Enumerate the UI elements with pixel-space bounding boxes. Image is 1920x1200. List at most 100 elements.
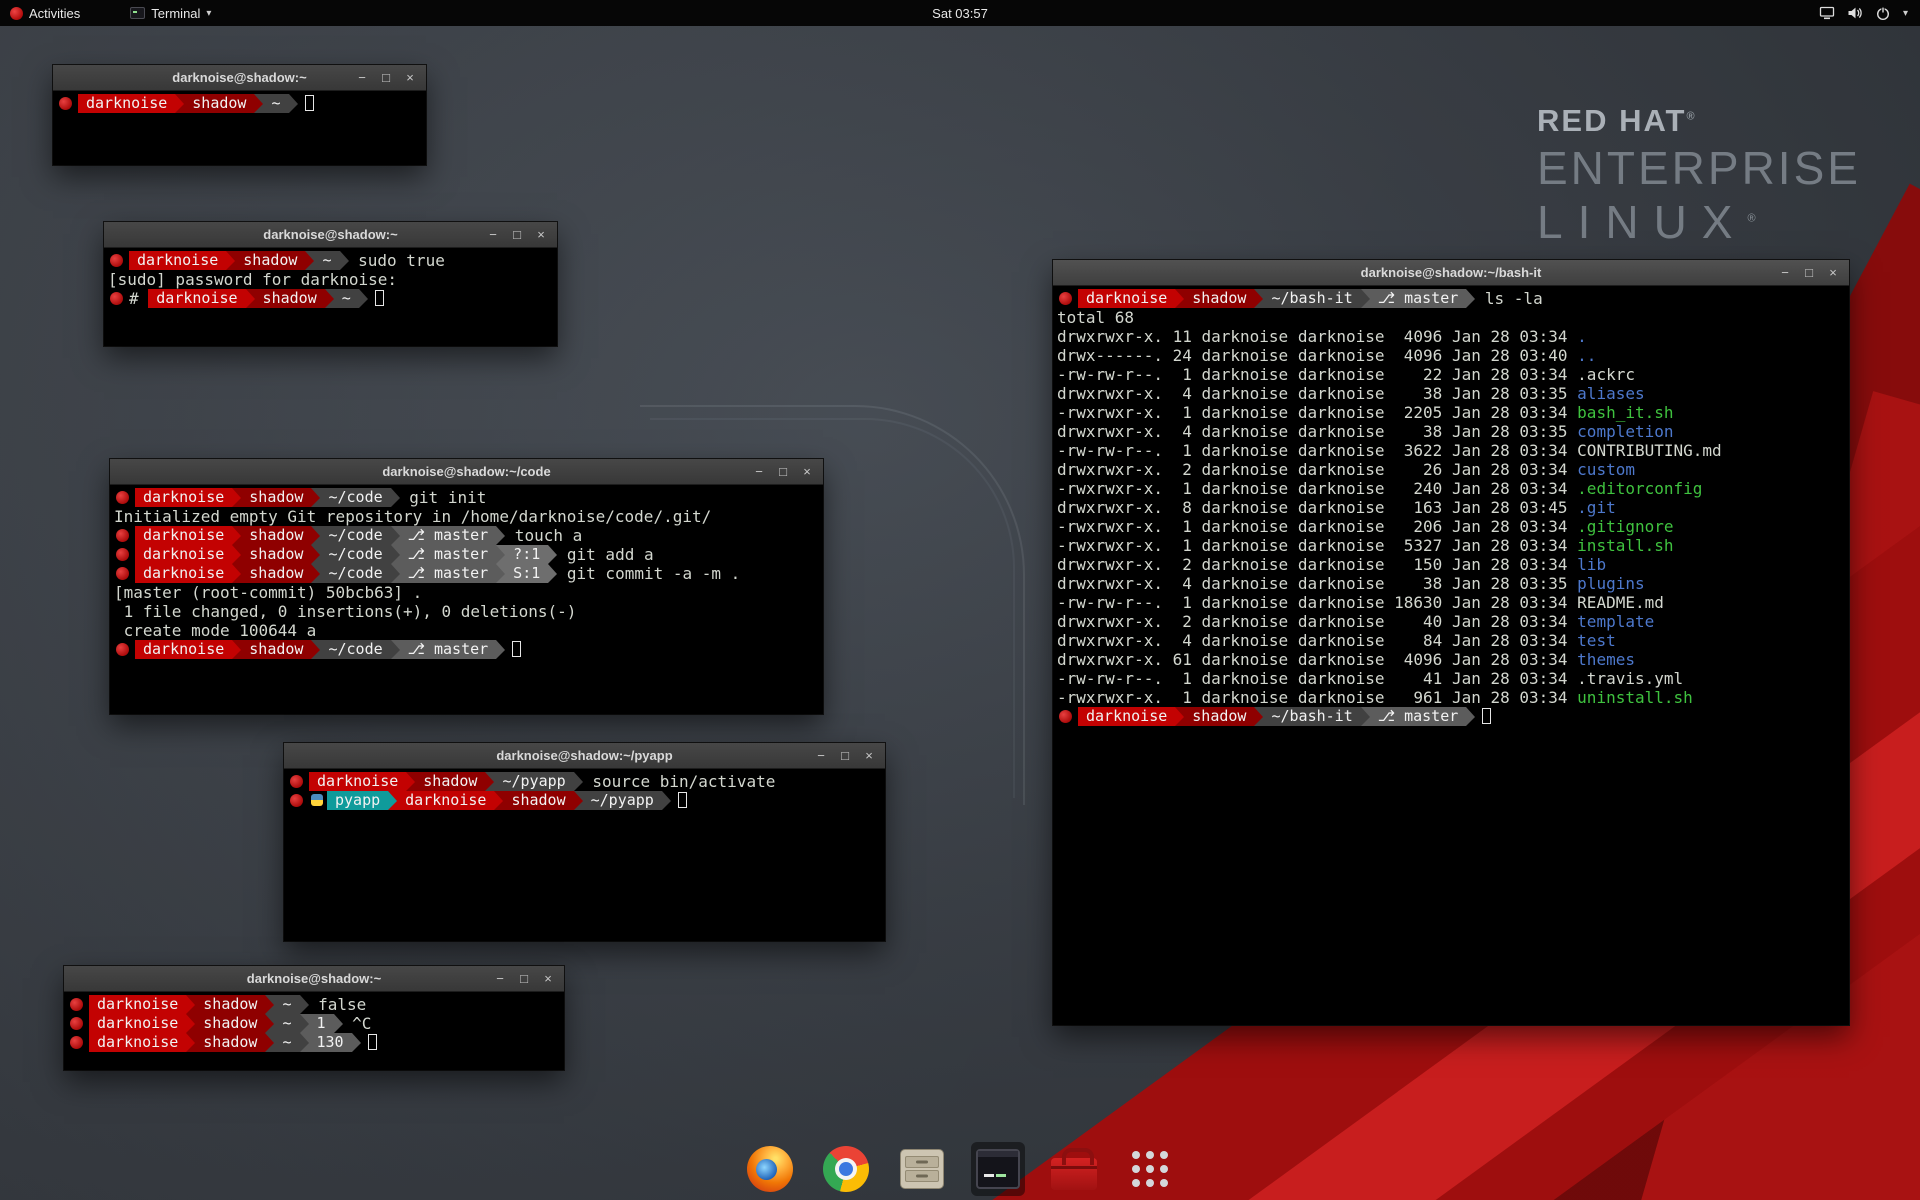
terminal-line: -rwxrwxr-x. 1 darknoise darknoise 961 Ja… [1057,688,1845,707]
terminal-text: -rwxrwxr-x. 1 darknoise darknoise 961 Ja… [1057,688,1577,707]
dock-chrome-icon[interactable] [819,1142,873,1196]
redhat-icon [110,292,123,305]
display-icon[interactable] [1819,6,1835,20]
powerline-arrow [334,1014,343,1033]
terminal-line: drwxrwxr-x. 4 darknoise darknoise 38 Jan… [1057,422,1845,441]
prompt-segment: shadow [235,251,305,270]
powerline-arrow [311,488,320,507]
power-icon[interactable] [1875,6,1891,21]
terminal-text: 1 file changed, 0 insertions(+), 0 delet… [114,602,576,621]
grid-dot [1132,1179,1140,1187]
close-button[interactable]: × [529,222,553,248]
powerline-arrow [300,1014,309,1033]
terminal-window-sudo[interactable]: darknoise@shadow:~ −□× darknoiseshadow~ … [104,222,557,346]
terminal-window-pyapp[interactable]: darknoise@shadow:~/pyapp −□× darknoise sh… [284,743,885,941]
powerline-arrow [406,772,415,791]
terminal-content[interactable]: darknoiseshadow~ [53,91,426,116]
terminal-line: darknoiseshadow~/code⎇ masterS:1 git com… [114,564,819,583]
prompt-segment: ~/code [320,545,390,564]
terminal-window-home-1[interactable]: darknoise@shadow:~ −□× darknoiseshadow~ [53,65,426,165]
terminal-content[interactable]: darknoiseshadow~ sudo true[sudo] passwor… [104,248,557,311]
prompt-segment: shadow [415,772,485,791]
dock-terminal-icon[interactable] [971,1142,1025,1196]
chevron-down-icon[interactable]: ▾ [1903,8,1908,19]
dock-files-icon[interactable] [895,1142,949,1196]
prompt-segment: shadow [241,640,311,659]
prompt-segment: ~/code [320,640,390,659]
minimize-button[interactable]: − [809,743,833,769]
terminal-line: drwx------. 24 darknoise darknoise 4096 … [1057,346,1845,365]
prompt-segment: ⎇ master [1370,289,1467,308]
terminal-content[interactable]: darknoiseshadow~/bash-it⎇ master ls -lat… [1053,286,1849,729]
prompt-segment: ~ [274,995,299,1014]
dock-firefox-icon[interactable] [743,1142,797,1196]
terminal-content[interactable]: darknoiseshadow~ falsedarknoiseshadow~1 … [64,992,564,1055]
minimize-button[interactable]: − [481,222,505,248]
powerline-arrow [325,289,334,308]
system-tray[interactable]: ▾ [1819,6,1920,21]
close-button[interactable]: × [857,743,881,769]
redhat-icon [70,1036,83,1049]
terminal-text: themes [1577,650,1635,669]
terminal-text: -rw-rw-r--. 1 darknoise darknoise 18630 … [1057,593,1577,612]
window-titlebar[interactable]: darknoise@shadow:~/pyapp −□× [284,743,885,769]
powerline-arrow [391,640,400,659]
powerline-arrow [1175,707,1184,726]
window-titlebar[interactable]: darknoise@shadow:~ −□× [104,222,557,248]
powerline-arrow [340,251,349,270]
terminal-text: false [309,995,367,1014]
grid-dot [1160,1165,1168,1173]
window-titlebar[interactable]: darknoise@shadow:~ −□× [53,65,426,91]
terminal-content[interactable]: darknoiseshadow~/code git initInitialize… [110,485,823,662]
terminal-text: touch a [505,526,582,545]
powerline-arrow [226,251,235,270]
terminal-window-bash-it[interactable]: darknoise@shadow:~/bash-it −□× darknoise… [1053,260,1849,1025]
registered-mark: ® [1747,213,1770,225]
redhat-icon [116,491,129,504]
terminal-text: drwx------. 24 darknoise darknoise 4096 … [1057,346,1577,365]
terminal-window-code[interactable]: darknoise@shadow:~/code −□× darknoisesha… [110,459,823,714]
app-menu-terminal[interactable]: Terminal ▾ [120,0,221,26]
window-title: darknoise@shadow:~/code [110,464,823,479]
powerline-arrow [1361,707,1370,726]
maximize-button[interactable]: □ [771,459,795,485]
terminal-text: uninstall.sh [1577,688,1693,707]
terminal-window-home-2[interactable]: darknoise@shadow:~ −□× darknoiseshadow~ … [64,966,564,1070]
window-titlebar[interactable]: darknoise@shadow:~/bash-it −□× [1053,260,1849,286]
activities-button[interactable]: Activities [0,0,90,26]
clock[interactable]: Sat 03:57 [932,6,988,21]
maximize-button[interactable]: □ [512,966,536,992]
close-button[interactable]: × [1821,260,1845,286]
terminal-text: total 68 [1057,308,1134,327]
dock-toolbox-icon[interactable] [1047,1142,1101,1196]
prompt-segment: shadow [241,545,311,564]
prompt-segment: darknoise [135,545,232,564]
volume-icon[interactable] [1847,6,1863,20]
maximize-button[interactable]: □ [1797,260,1821,286]
terminal-content[interactable]: darknoiseshadow~/pyapp source bin/activa… [284,769,885,813]
window-controls: −□× [488,966,564,992]
terminal-line: drwxrwxr-x. 2 darknoise darknoise 150 Ja… [1057,555,1845,574]
close-button[interactable]: × [398,65,422,91]
prompt-segment: darknoise [89,1033,186,1052]
window-titlebar[interactable]: darknoise@shadow:~ −□× [64,966,564,992]
chrome-icon [823,1146,869,1192]
dock-app-grid-icon[interactable] [1123,1142,1177,1196]
maximize-button[interactable]: □ [505,222,529,248]
minimize-button[interactable]: − [1773,260,1797,286]
terminal-text: bash_it.sh [1577,403,1673,422]
minimize-button[interactable]: − [350,65,374,91]
prompt-segment: darknoise [135,564,232,583]
close-button[interactable]: × [536,966,560,992]
maximize-button[interactable]: □ [833,743,857,769]
terminal-text: drwxrwxr-x. 4 darknoise darknoise 38 Jan… [1057,574,1577,593]
chevron-down-icon: ▾ [206,8,211,19]
terminal-line: -rwxrwxr-x. 1 darknoise darknoise 240 Ja… [1057,479,1845,498]
prompt-segment: darknoise [309,772,406,791]
minimize-button[interactable]: − [747,459,771,485]
terminal-line: # darknoiseshadow~ [108,289,553,308]
close-button[interactable]: × [795,459,819,485]
window-titlebar[interactable]: darknoise@shadow:~/code −□× [110,459,823,485]
minimize-button[interactable]: − [488,966,512,992]
maximize-button[interactable]: □ [374,65,398,91]
